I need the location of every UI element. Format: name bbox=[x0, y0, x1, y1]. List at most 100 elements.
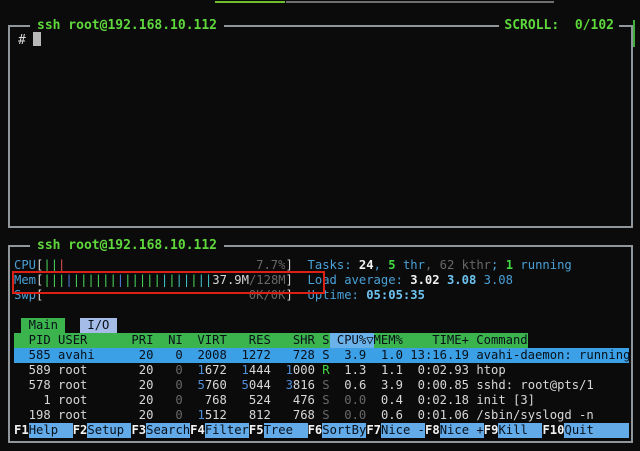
shell-prompt[interactable]: # bbox=[18, 32, 41, 48]
cell-mem-size: 000 bbox=[293, 363, 315, 378]
pane-title: ssh root@192.168.10.112 bbox=[30, 238, 224, 253]
cell-ni: 0 bbox=[153, 348, 182, 363]
info-tasks: 5 bbox=[388, 258, 395, 273]
cell-pad bbox=[271, 363, 286, 378]
process-row-pid-1[interactable]: 1 root 20 0 768 524 476 S 0.0 0.4 0:02.1… bbox=[14, 393, 629, 408]
cell-ni: 0 bbox=[153, 378, 182, 393]
cell-time: 0:02.18 bbox=[403, 393, 469, 408]
fkey-f1-label[interactable]: Help bbox=[29, 423, 73, 438]
cell-pri: 20 bbox=[131, 408, 153, 423]
pane-title: ssh root@192.168.10.112 bbox=[30, 18, 224, 33]
cell-mem-size: 768 bbox=[271, 408, 315, 423]
terminal-screen: ssh root@192.168.10.112 SCROLL: 0/102 # … bbox=[0, 0, 640, 451]
cell-command: htop bbox=[469, 363, 506, 378]
cell-time: 0:02.93 bbox=[403, 363, 469, 378]
cell-pad bbox=[227, 363, 242, 378]
cell-pid: 585 bbox=[14, 348, 51, 363]
gap bbox=[14, 318, 21, 333]
header-column-cpu-sorted[interactable]: CPU%▽ bbox=[330, 333, 374, 348]
cell-mem: 3.9 bbox=[366, 378, 403, 393]
fkey-f10-label[interactable]: Quit bbox=[564, 423, 629, 438]
right-edge-green-artifact bbox=[633, 20, 635, 47]
fkey-f3-key[interactable]: F3 bbox=[131, 423, 146, 438]
header-columns-right[interactable]: MEM% TIME+ Command bbox=[374, 333, 528, 348]
cell-mem-size: 476 bbox=[271, 393, 315, 408]
cell-cpu: 3.9 bbox=[330, 348, 367, 363]
fkey-f4-label[interactable]: Filter bbox=[205, 423, 249, 438]
function-key-bar: F1Help F2Setup F3SearchF4FilterF5Tree F6… bbox=[14, 423, 629, 438]
gap bbox=[65, 318, 80, 333]
fkey-f6-label[interactable]: SortBy bbox=[322, 423, 366, 438]
cell-mem: 0.6 bbox=[366, 408, 403, 423]
process-row-pid-585[interactable]: 585 avahi 20 0 2008 1272 728 S 3.9 1.0 1… bbox=[14, 348, 629, 363]
info-tasks: , bbox=[374, 258, 389, 273]
fkey-f2-label[interactable]: Setup bbox=[87, 423, 131, 438]
cell-ni: 0 bbox=[153, 408, 182, 423]
cell-mem-size: 812 bbox=[227, 408, 271, 423]
info-uptime: 05:05:35 bbox=[366, 288, 425, 303]
fkey-f8-key[interactable]: F8 bbox=[425, 423, 440, 438]
cell-time: 0:01.06 bbox=[403, 408, 469, 423]
cell-mem-size: 728 bbox=[271, 348, 315, 363]
cell-pid: 578 bbox=[14, 378, 51, 393]
cell-ni: 0 bbox=[153, 393, 182, 408]
info-tasks: 62 kthr bbox=[440, 258, 491, 273]
fkey-f8-label[interactable]: Nice + bbox=[440, 423, 484, 438]
process-row-pid-589[interactable]: 589 root 20 0 1672 1444 1000 R 1.3 1.1 0… bbox=[14, 363, 629, 378]
fkey-f3-label[interactable]: Search bbox=[146, 423, 190, 438]
cell-mem: 0.4 bbox=[366, 393, 403, 408]
htop-app: CPU[|||7.7%] Tasks: 24, 5 thr, 62 kthr; … bbox=[14, 258, 629, 438]
scroll-indicator: SCROLL: 0/102 bbox=[499, 18, 619, 33]
terminal-pane-bottom[interactable]: ssh root@192.168.10.112 CPU[|||7.7%] Tas… bbox=[8, 245, 633, 443]
htop-tab-bar: Main I/O bbox=[14, 318, 629, 333]
terminal-pane-top[interactable]: ssh root@192.168.10.112 SCROLL: 0/102 # bbox=[8, 25, 633, 228]
cell-mem-size: 444 bbox=[249, 363, 271, 378]
header-columns-left[interactable]: PID USER PRI NI VIRT RES SHR S bbox=[14, 333, 330, 348]
cell-time: 0:00.85 bbox=[403, 378, 469, 393]
info-tasks: thr bbox=[396, 258, 425, 273]
cell-user: root bbox=[51, 393, 132, 408]
cell-command: avahi-daemon: running bbox=[469, 348, 630, 363]
fkey-f7-label[interactable]: Nice - bbox=[381, 423, 425, 438]
fkey-f5-label[interactable]: Tree bbox=[264, 423, 308, 438]
cell-user: root bbox=[51, 408, 132, 423]
cell-mem-size: 816 bbox=[293, 378, 315, 393]
tab-main[interactable]: Main bbox=[21, 318, 65, 333]
cell-command: /sbin/syslogd -n bbox=[469, 408, 594, 423]
top-green-line-artifact bbox=[215, 1, 285, 3]
cell-mem-size-hi: 3 bbox=[286, 378, 293, 393]
fkey-f2-key[interactable]: F2 bbox=[73, 423, 88, 438]
cell-user: root bbox=[51, 378, 132, 393]
process-row-pid-578[interactable]: 578 root 20 0 5760 5044 3816 S 0.6 3.9 0… bbox=[14, 378, 629, 393]
cell-mem: 1.1 bbox=[366, 363, 403, 378]
process-row-pid-198[interactable]: 198 root 20 0 1512 812 768 S 0.0 0.6 0:0… bbox=[14, 408, 629, 423]
cell-mem-size-hi: 1 bbox=[286, 363, 293, 378]
cell-pri: 20 bbox=[131, 363, 153, 378]
fkey-f9-label[interactable]: Kill bbox=[498, 423, 542, 438]
fkey-f9-key[interactable]: F9 bbox=[484, 423, 499, 438]
info-load-average: 3.08 bbox=[447, 273, 484, 288]
cell-cpu: 0.0 bbox=[330, 408, 367, 423]
fkey-f1-key[interactable]: F1 bbox=[14, 423, 29, 438]
info-tasks: 24 bbox=[359, 258, 374, 273]
cell-mem-size-hi: 1 bbox=[197, 408, 204, 423]
fkey-f6-key[interactable]: F6 bbox=[308, 423, 323, 438]
cell-state: S bbox=[315, 393, 330, 408]
fkey-f10-key[interactable]: F10 bbox=[542, 423, 564, 438]
cell-mem-size-hi: 1 bbox=[197, 363, 204, 378]
info-load-average: 3.08 bbox=[484, 273, 513, 288]
htop-column-header[interactable]: PID USER PRI NI VIRT RES SHR S CPU%▽MEM%… bbox=[14, 333, 629, 348]
cell-pad bbox=[271, 378, 286, 393]
blank-line bbox=[14, 303, 629, 318]
text-cursor bbox=[33, 32, 41, 46]
tab-io[interactable]: I/O bbox=[80, 318, 117, 333]
fkey-f4-key[interactable]: F4 bbox=[190, 423, 205, 438]
cell-pad bbox=[183, 363, 198, 378]
cell-command: init [3] bbox=[469, 393, 535, 408]
info-tasks: 1 bbox=[506, 258, 513, 273]
cell-state: R bbox=[315, 363, 330, 378]
cell-pad bbox=[227, 378, 242, 393]
fkey-f5-key[interactable]: F5 bbox=[249, 423, 264, 438]
fkey-f7-key[interactable]: F7 bbox=[366, 423, 381, 438]
cell-mem: 1.0 bbox=[366, 348, 403, 363]
